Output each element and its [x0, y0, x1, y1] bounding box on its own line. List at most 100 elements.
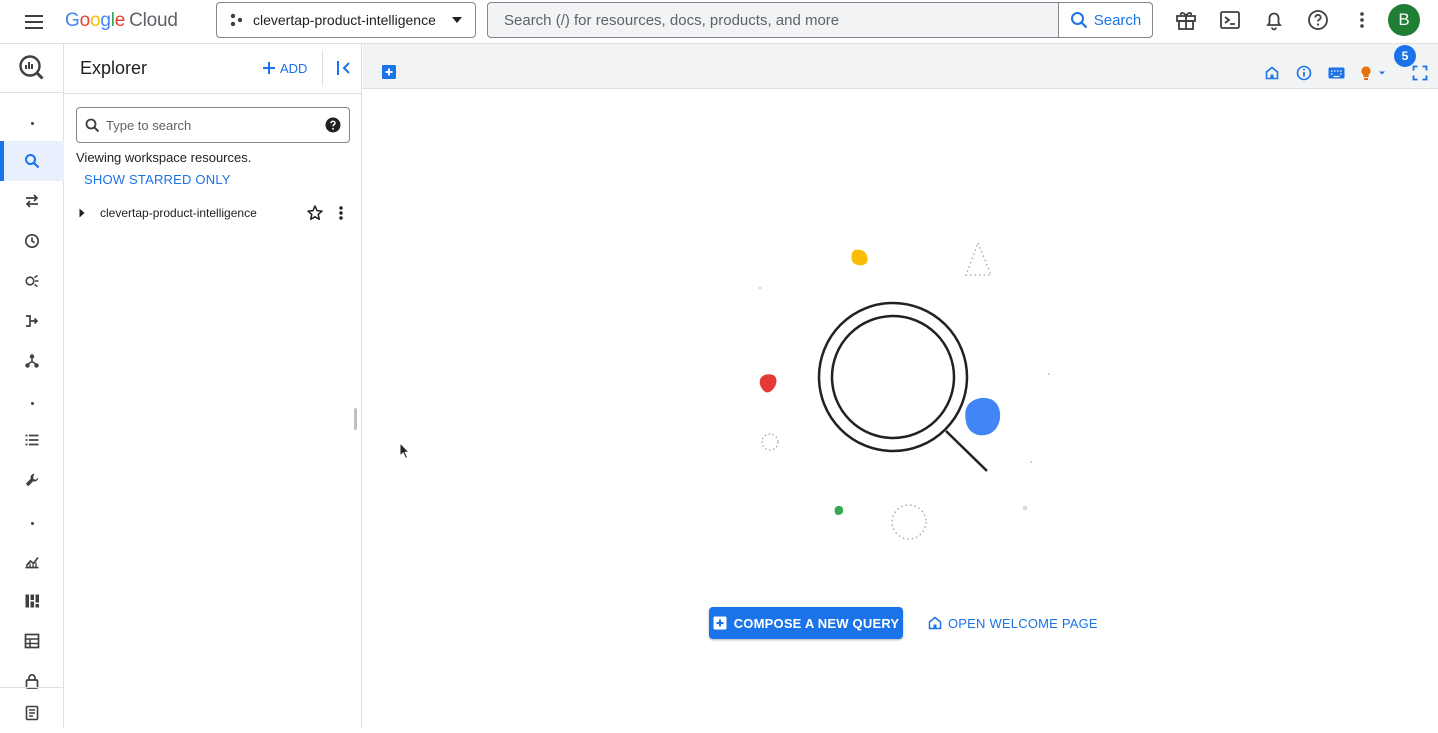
rail-dataflow[interactable] [0, 301, 64, 341]
keyboard-icon[interactable] [1327, 64, 1345, 82]
home-icon [928, 616, 942, 630]
logo-cloud-text: Cloud [129, 10, 178, 31]
rail-tables[interactable] [0, 621, 64, 661]
notifications-icon[interactable] [1262, 8, 1286, 32]
analytics-hub-icon [24, 273, 40, 289]
more-vert-icon[interactable] [332, 204, 350, 222]
home-icon[interactable] [1263, 64, 1281, 82]
list-icon [24, 432, 40, 448]
rail-collapsed-item[interactable] [0, 103, 64, 143]
editor-tab-bar: 5 [363, 44, 1438, 89]
expand-arrow-icon[interactable] [74, 205, 90, 221]
rail-release-notes[interactable] [0, 693, 64, 733]
notes-icon [24, 705, 40, 721]
main-workspace: 5 COMPOSE A NEW QUERY OPEN WELCOME PAGE [363, 44, 1438, 728]
plus-icon [262, 61, 276, 75]
rail-pipelines[interactable] [0, 341, 64, 381]
rail-explorer-search[interactable] [0, 141, 64, 181]
rail-divider [0, 92, 64, 93]
rail-divider [0, 687, 64, 688]
star-icon[interactable] [306, 204, 324, 222]
project-name: clevertap-product-intelligence [100, 206, 257, 220]
explorer-title: Explorer [80, 58, 148, 78]
empty-state-illustration [753, 234, 1053, 544]
magnifier-handle [945, 430, 988, 472]
avatar[interactable]: B [1388, 4, 1420, 36]
dotted-triangle-shape [965, 241, 992, 276]
rail-analytics-hub[interactable] [0, 261, 64, 301]
fullscreen-icon[interactable] [1411, 64, 1429, 82]
chart-icon [24, 553, 40, 569]
chevron-down-icon [451, 16, 463, 24]
explorer-divider [322, 50, 323, 86]
search-icon [24, 153, 40, 169]
dot-shape [1022, 505, 1028, 511]
dot-shape [759, 287, 761, 289]
search-button-label: Search [1093, 11, 1142, 29]
blue-blob-shape [965, 397, 1001, 436]
rail-monitoring[interactable] [0, 541, 64, 581]
more-vert-icon[interactable] [1350, 8, 1374, 32]
compose-new-query-button[interactable]: COMPOSE A NEW QUERY [709, 607, 903, 639]
explorer-header-divider [64, 93, 362, 94]
project-picker-icon [229, 13, 243, 27]
rail-dashboards[interactable] [0, 581, 64, 621]
project-picker-label: clevertap-product-intelligence [253, 12, 436, 28]
left-nav-rail [0, 44, 64, 728]
open-welcome-page-link[interactable]: OPEN WELCOME PAGE [928, 614, 1098, 632]
search-button[interactable]: Search [1058, 3, 1152, 37]
collapse-panel-icon[interactable] [334, 58, 354, 78]
dashboard-icon [24, 593, 40, 609]
green-blob-shape [834, 505, 844, 515]
rail-history[interactable] [0, 221, 64, 261]
mouse-cursor-icon [399, 442, 411, 460]
logo-google-text: Google [65, 10, 126, 31]
cloud-shell-icon[interactable] [1218, 8, 1242, 32]
info-icon[interactable] [1295, 64, 1313, 82]
panel-resize-handle[interactable] [354, 408, 357, 430]
add-box-icon [713, 616, 727, 630]
add-button[interactable]: ADD [262, 58, 307, 78]
tree-row-project[interactable]: clevertap-product-intelligence [72, 202, 350, 224]
help-icon[interactable] [325, 117, 341, 133]
table-icon [24, 633, 40, 649]
dataflow-icon [24, 313, 40, 329]
magnifier-inner-ring [830, 314, 956, 440]
wrench-icon [24, 472, 40, 488]
viewing-resources-text: Viewing workspace resources. [76, 150, 252, 165]
dotted-circle-large [891, 504, 927, 540]
compose-label: COMPOSE A NEW QUERY [733, 615, 900, 631]
main-menu-icon[interactable] [22, 10, 46, 34]
rail-collapsed-item[interactable] [0, 503, 64, 543]
help-icon[interactable] [1306, 8, 1330, 32]
dot-shape [1048, 373, 1050, 375]
magnifier-outer-ring [817, 301, 969, 453]
rail-admin[interactable] [0, 460, 64, 500]
yellow-blob-shape [851, 249, 868, 266]
lightbulb-icon[interactable] [1359, 64, 1389, 82]
new-query-tab-icon[interactable] [380, 63, 398, 81]
gift-icon[interactable] [1174, 8, 1198, 32]
search-icon [85, 118, 100, 133]
google-cloud-logo[interactable]: Google Cloud [65, 8, 178, 34]
global-search: Search [487, 2, 1153, 38]
history-icon [24, 233, 40, 249]
explorer-search [76, 107, 350, 143]
rail-data-transfers[interactable] [0, 181, 64, 221]
pipeline-icon [24, 353, 40, 369]
rail-jobs[interactable] [0, 420, 64, 460]
project-picker[interactable]: clevertap-product-intelligence [216, 2, 476, 38]
welcome-label: OPEN WELCOME PAGE [948, 615, 1098, 631]
explorer-search-input[interactable] [106, 117, 325, 133]
show-starred-only-button[interactable]: SHOW STARRED ONLY [84, 172, 231, 187]
data-transfer-icon [24, 193, 40, 209]
global-search-input[interactable] [488, 3, 1058, 37]
dotted-circle-small [761, 433, 779, 451]
search-icon [1070, 11, 1088, 29]
dot-shape [1030, 461, 1032, 463]
rail-collapsed-item[interactable] [0, 383, 64, 423]
add-button-label: ADD [280, 60, 308, 76]
red-blob-shape [759, 374, 777, 393]
explorer-panel: Explorer ADD Viewing workspace resources… [64, 44, 362, 728]
bigquery-logo-icon[interactable] [0, 48, 64, 88]
